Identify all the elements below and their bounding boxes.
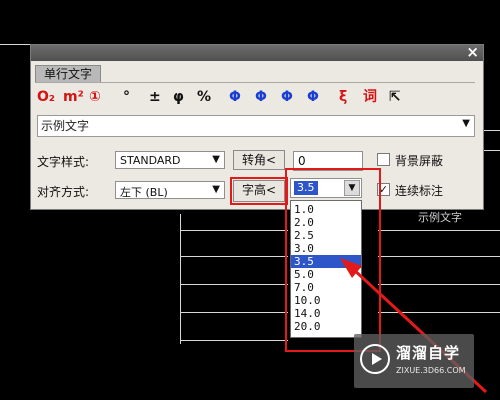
pick-cursor-icon[interactable]: ⇱ <box>389 87 401 107</box>
plus-minus-icon[interactable]: ± <box>149 87 161 107</box>
rotate-angle-value: 0 <box>298 154 306 168</box>
text-style-label: 文字样式: <box>37 155 90 169</box>
sample-text-value: 示例文字 <box>41 119 90 133</box>
canvas-sample-text: 示例文字 <box>418 211 462 224</box>
drawing-line <box>0 44 30 45</box>
continuous-annotation-label: 连续标注 <box>395 184 444 198</box>
steel-grade-2-icon[interactable]: Φ <box>255 87 267 107</box>
divider <box>35 82 475 83</box>
alignment-value: 左下 (BL) <box>120 186 168 199</box>
drawing-line <box>180 214 181 344</box>
circled-number-icon[interactable]: ① <box>89 87 101 107</box>
watermark-title: 溜溜自学 <box>396 344 461 362</box>
drawing-line <box>378 230 500 231</box>
sample-text-combo[interactable]: 示例文字 ▼ <box>37 115 475 137</box>
text-style-value: STANDARD <box>120 154 181 167</box>
steel-grade-3-icon[interactable]: Φ <box>281 87 293 107</box>
close-icon[interactable]: × <box>466 43 479 61</box>
diameter-icon[interactable]: φ <box>173 87 184 107</box>
drawing-line <box>180 340 288 341</box>
superscript-icon[interactable]: m² <box>63 87 84 107</box>
text-height-button[interactable]: 字高< <box>230 177 288 205</box>
drawing-line <box>180 230 288 231</box>
special-char-icon[interactable]: ξ <box>339 87 347 107</box>
drawing-line <box>484 150 500 151</box>
drawing-line <box>180 284 288 285</box>
phrase-icon[interactable]: 词 <box>363 87 377 107</box>
degree-icon[interactable]: ° <box>123 87 130 107</box>
drawing-line <box>180 256 288 257</box>
watermark-url: ZIXUE.3D66.COM <box>396 366 466 375</box>
watermark: 溜溜自学 ZIXUE.3D66.COM <box>354 334 474 388</box>
tab-single-line-text[interactable]: 单行文字 <box>35 65 101 83</box>
alignment-select[interactable]: 左下 (BL) ▼ <box>115 181 225 199</box>
drawing-line <box>378 256 500 257</box>
rotate-angle-button[interactable]: 转角< <box>233 150 285 170</box>
single-line-text-dialog: × 单行文字 O₂ m² ① ° ± φ % Φ Φ Φ Φ ξ 词 ⇱ 示例文… <box>30 43 484 210</box>
chevron-down-icon[interactable]: ▼ <box>462 118 470 129</box>
title-bar[interactable]: × <box>31 43 483 61</box>
steel-grade-4-icon[interactable]: Φ <box>307 87 319 107</box>
drawing-line <box>378 312 500 313</box>
text-style-select[interactable]: STANDARD ▼ <box>115 151 225 169</box>
highlight-frame <box>285 168 381 352</box>
subscript-icon[interactable]: O₂ <box>37 87 55 107</box>
play-logo-icon <box>360 344 390 374</box>
background-mask-label: 背景屏蔽 <box>395 154 444 168</box>
drawing-line <box>180 312 288 313</box>
chevron-down-icon[interactable]: ▼ <box>212 154 220 165</box>
percent-icon[interactable]: % <box>197 87 211 107</box>
chevron-down-icon[interactable]: ▼ <box>212 184 220 195</box>
steel-grade-1-icon[interactable]: Φ <box>229 87 241 107</box>
alignment-label: 对齐方式: <box>37 185 90 199</box>
drawing-line <box>484 130 500 131</box>
drawing-line <box>378 284 500 285</box>
background-mask-checkbox[interactable] <box>377 153 390 166</box>
